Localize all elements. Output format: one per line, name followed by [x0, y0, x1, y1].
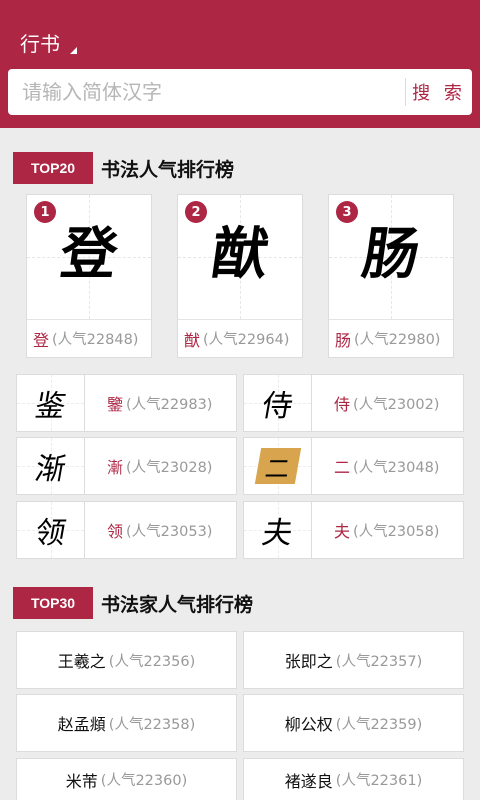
glyph-thumbnail: 侍 — [244, 375, 312, 431]
rank-caption: 登 (人气22848) — [27, 319, 151, 357]
popularity-count: (人气22361) — [335, 773, 423, 789]
rank-badge: 2 — [185, 201, 207, 223]
calligraphy-glyph: 猷 — [207, 221, 273, 287]
calligrapher-name: 褚遂良 — [284, 771, 333, 791]
rank-card-2[interactable]: 猷 2 猷 (人气22964) — [177, 194, 303, 358]
style-label: 行书 — [20, 31, 60, 56]
rank-caption: 猷 (人气22964) — [178, 319, 302, 357]
rank-item[interactable]: 渐 漸 (人气23028) — [16, 437, 237, 495]
top30-badge: TOP30 — [13, 587, 93, 619]
calligrapher-name: 柳公权 — [284, 715, 333, 734]
calligraphy-glyph: 肠 — [358, 221, 424, 287]
char-name: 领 — [107, 522, 124, 541]
char-name: 登 — [33, 330, 50, 350]
top20-title: 书法人气排行榜 — [101, 158, 235, 181]
popularity-count: (人气23028) — [126, 459, 213, 476]
popularity-count: (人气22980) — [354, 332, 441, 348]
calligrapher-item[interactable]: 王羲之 (人气22356) — [16, 631, 237, 689]
popularity-count: (人气22358) — [108, 716, 196, 733]
rank-label: 鑒 (人气22983) — [85, 375, 236, 431]
rank-item[interactable]: 二 二 (人气23048) — [243, 437, 464, 495]
calligraphy-style-selector[interactable]: 行书 — [20, 22, 77, 62]
rank-label: 漸 (人气23028) — [85, 438, 236, 494]
rank-label: 领 (人气23053) — [85, 502, 236, 558]
rank-label: 夫 (人气23058) — [312, 502, 463, 558]
rank-card-1[interactable]: 登 1 登 (人气22848) — [26, 194, 152, 358]
char-name: 侍 — [334, 395, 351, 414]
calligrapher-item[interactable]: 张即之 (人气22357) — [243, 631, 464, 689]
rank-caption: 肠 (人气22980) — [329, 319, 453, 357]
popularity-count: (人气22848) — [52, 332, 139, 348]
popularity-count: (人气22983) — [126, 396, 213, 413]
popularity-count: (人气22360) — [100, 773, 188, 789]
rank-card-3[interactable]: 肠 3 肠 (人气22980) — [328, 194, 454, 358]
calligrapher-name: 王羲之 — [57, 652, 106, 671]
rank-item[interactable]: 鉴 鑒 (人气22983) — [16, 374, 237, 432]
calligrapher-name: 米芾 — [65, 771, 98, 791]
calligrapher-item[interactable]: 赵孟頫 (人气22358) — [16, 694, 237, 752]
top20-badge: TOP20 — [13, 152, 93, 184]
search-button[interactable]: 搜 索 — [406, 79, 472, 105]
calligrapher-item[interactable]: 柳公权 (人气22359) — [243, 694, 464, 752]
top-header: 行书 搜 索 — [0, 0, 480, 128]
glyph-thumbnail: 渐 — [17, 438, 85, 494]
glyph-thumbnail: 夫 — [244, 502, 312, 558]
popularity-count: (人气22964) — [203, 332, 290, 348]
glyph-thumbnail: 鉴 — [17, 375, 85, 431]
popularity-count: (人气22357) — [335, 653, 423, 670]
char-name: 猷 — [184, 330, 201, 350]
popularity-count: (人气22356) — [108, 653, 196, 670]
popularity-count: (人气23053) — [126, 523, 213, 540]
rank-item[interactable]: 侍 侍 (人气23002) — [243, 374, 464, 432]
search-input[interactable] — [8, 69, 405, 115]
top30-title: 书法家人气排行榜 — [101, 593, 254, 616]
top20-section-title: TOP20 书法人气排行榜 — [13, 152, 234, 184]
calligrapher-name: 赵孟頫 — [57, 715, 106, 734]
search-bar: 搜 索 — [8, 69, 472, 115]
rank-label: 侍 (人气23002) — [312, 375, 463, 431]
glyph-thumbnail: 领 — [17, 502, 85, 558]
calligrapher-item[interactable]: 米芾 (人气22360) — [16, 758, 237, 800]
glyph-thumbnail: 二 — [244, 438, 312, 494]
char-name: 二 — [334, 458, 351, 477]
rank-badge: 3 — [336, 201, 358, 223]
calligrapher-name: 张即之 — [284, 652, 333, 671]
char-name: 夫 — [334, 522, 351, 541]
rank-item[interactable]: 夫 夫 (人气23058) — [243, 501, 464, 559]
rank-item[interactable]: 领 领 (人气23053) — [16, 501, 237, 559]
popularity-count: (人气23048) — [353, 459, 440, 476]
char-name: 鑒 — [107, 395, 124, 414]
char-name: 漸 — [107, 458, 124, 477]
popularity-count: (人气22359) — [335, 716, 423, 733]
rank-label: 二 (人气23048) — [312, 438, 463, 494]
calligraphy-glyph: 登 — [56, 221, 122, 287]
calligrapher-item[interactable]: 褚遂良 (人气22361) — [243, 758, 464, 800]
popularity-count: (人气23058) — [353, 523, 440, 540]
rank-badge: 1 — [34, 201, 56, 223]
top30-section-title: TOP30 书法家人气排行榜 — [13, 587, 253, 619]
popularity-count: (人气23002) — [353, 396, 440, 413]
dropdown-triangle-icon — [70, 46, 77, 54]
char-name: 肠 — [335, 330, 352, 350]
